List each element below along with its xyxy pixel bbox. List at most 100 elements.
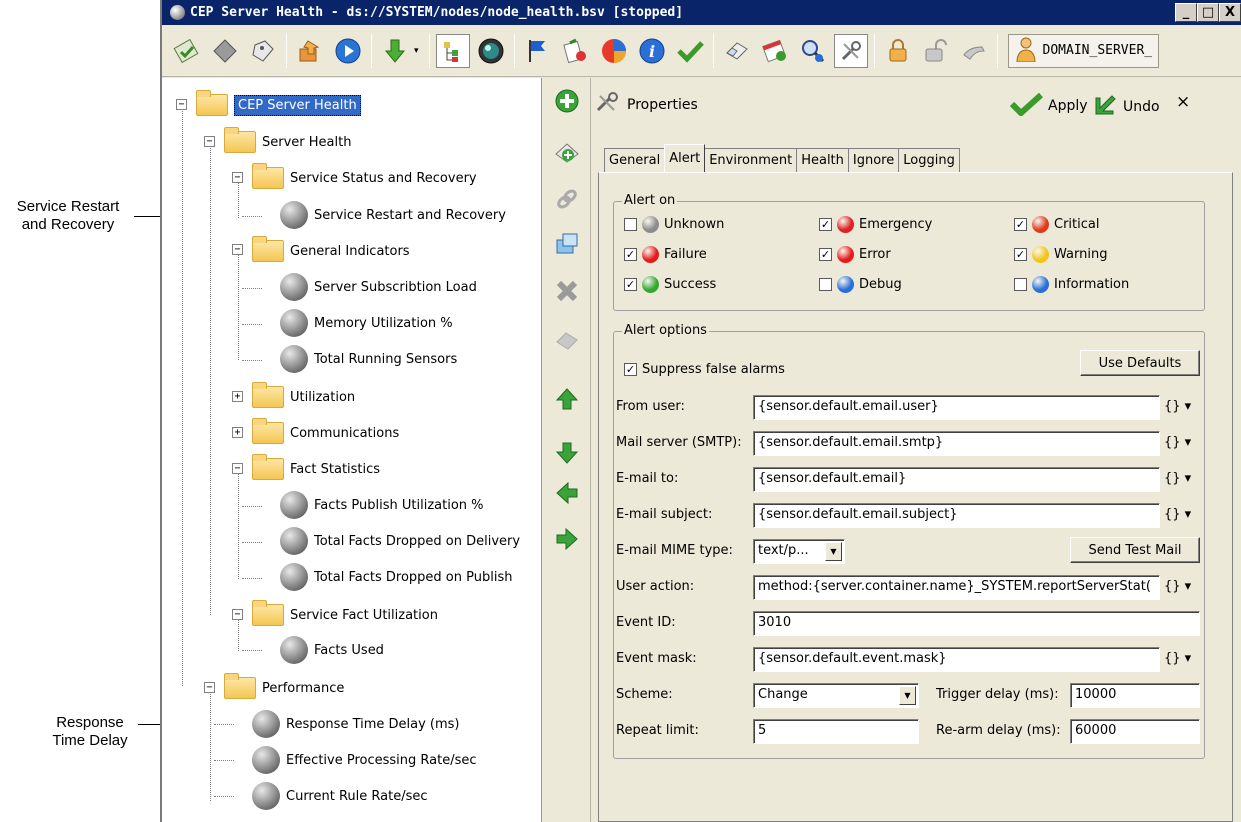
expand-toggle[interactable]: + (232, 427, 243, 438)
maximize-button[interactable]: □ (1197, 3, 1219, 22)
domain-selector[interactable]: DOMAIN_SERVER_ (1007, 33, 1160, 68)
from-user-field[interactable]: {sensor.default.email.user} (753, 395, 1160, 420)
email-to-field[interactable]: {sensor.default.email} (753, 467, 1160, 492)
tree-node-service-restart[interactable]: Service Restart and Recovery (280, 200, 506, 230)
mail-server-field[interactable]: {sensor.default.email.smtp} (753, 431, 1160, 456)
checkmark-icon[interactable] (673, 34, 707, 68)
delete-icon[interactable] (552, 276, 582, 306)
calendar-icon[interactable] (758, 34, 792, 68)
move-right-icon[interactable] (552, 524, 582, 554)
move-up-icon[interactable] (552, 384, 582, 414)
flag-icon[interactable] (521, 34, 555, 68)
export-icon[interactable] (293, 34, 327, 68)
move-left-icon[interactable] (552, 478, 582, 508)
alert-on-information-checkbox[interactable]: Information (1014, 276, 1129, 293)
play-icon[interactable] (331, 34, 365, 68)
tree-node-service-fact-utilization[interactable]: Service Fact Utilization (252, 600, 438, 630)
tree-view-icon[interactable] (435, 33, 470, 68)
tag-icon[interactable] (246, 34, 280, 68)
collapse-toggle[interactable]: − (232, 463, 243, 474)
certificate-icon[interactable] (559, 34, 593, 68)
checkbox[interactable] (819, 278, 832, 291)
alert-on-emergency-checkbox[interactable]: ✓ Emergency (819, 216, 932, 233)
variable-menu[interactable]: {} ▾ (1164, 651, 1191, 666)
alert-on-critical-checkbox[interactable]: ✓ Critical (1014, 216, 1099, 233)
add-icon[interactable] (552, 86, 582, 116)
checkbox[interactable] (1014, 278, 1027, 291)
move-down-icon[interactable] (552, 438, 582, 468)
wrench-icon[interactable] (833, 33, 868, 68)
user-action-field[interactable]: method:{server.container.name}_SYSTEM.re… (753, 575, 1160, 600)
variable-menu[interactable]: {} ▾ (1164, 399, 1191, 414)
download-icon[interactable] (378, 34, 412, 68)
scheme-select[interactable]: Change ▼ (753, 683, 919, 708)
collapse-toggle[interactable]: − (204, 136, 215, 147)
collapse-toggle[interactable]: − (176, 99, 187, 110)
tree-node-subscription-load[interactable]: Server Subscribtion Load (280, 272, 477, 302)
checkbox[interactable]: ✓ (819, 218, 832, 231)
dropdown-arrow-icon[interactable]: ▾ (414, 46, 419, 56)
tree-node-communications[interactable]: Communications (252, 418, 399, 448)
tree-node-rule-rate[interactable]: Current Rule Rate/sec (252, 781, 428, 811)
checkbox[interactable]: ✓ (624, 278, 637, 291)
tab-general[interactable]: General (604, 148, 666, 172)
mime-type-select[interactable]: text/p... ▼ (753, 539, 845, 564)
checkbox[interactable]: ✓ (1014, 248, 1027, 261)
variable-menu[interactable]: {} ▾ (1164, 507, 1191, 522)
undo-button[interactable]: Undo (1092, 92, 1160, 122)
collapse-toggle[interactable]: − (232, 172, 243, 183)
suppress-false-alarms-checkbox[interactable]: ✓ Suppress false alarms (624, 362, 785, 377)
alert-on-unknown-checkbox[interactable]: Unknown (624, 216, 724, 233)
tree-node-memory-utilization[interactable]: Memory Utilization % (280, 308, 453, 338)
tree-node-response-time[interactable]: Response Time Delay (ms) (252, 709, 460, 739)
checkbox[interactable] (624, 218, 637, 231)
tab-environment[interactable]: Environment (704, 148, 798, 172)
expand-toggle[interactable]: + (232, 391, 243, 402)
chevron-down-icon[interactable]: ▼ (825, 542, 842, 561)
collapse-toggle[interactable]: − (232, 609, 243, 620)
tab-health[interactable]: Health (796, 148, 849, 172)
alert-on-failure-checkbox[interactable]: ✓ Failure (624, 246, 707, 263)
copy-icon[interactable] (552, 228, 582, 258)
checkbox[interactable]: ✓ (624, 363, 637, 376)
unlock-icon[interactable] (919, 34, 953, 68)
event-id-field[interactable]: 3010 (753, 611, 1200, 636)
tree-node-facts-publish[interactable]: Facts Publish Utilization % (280, 490, 484, 520)
send-test-mail-button[interactable]: Send Test Mail (1070, 537, 1200, 563)
alert-on-debug-checkbox[interactable]: Debug (819, 276, 902, 293)
variable-menu[interactable]: {} ▾ (1164, 471, 1191, 486)
tree-node-facts-used[interactable]: Facts Used (280, 635, 384, 665)
tree-node-general-indicators[interactable]: General Indicators (252, 236, 410, 266)
hand-icon[interactable] (957, 34, 991, 68)
email-subject-field[interactable]: {sensor.default.email.subject} (753, 503, 1160, 528)
variable-menu[interactable]: {} ▾ (1164, 579, 1191, 594)
link-icon[interactable] (552, 184, 582, 214)
checkbox[interactable]: ✓ (819, 248, 832, 261)
tree-node-fact-statistics[interactable]: Fact Statistics (252, 454, 380, 484)
repeat-limit-field[interactable]: 5 (753, 719, 919, 744)
tree-node-total-sensors[interactable]: Total Running Sensors (280, 344, 457, 374)
alert-on-warning-checkbox[interactable]: ✓ Warning (1014, 246, 1107, 263)
tab-ignore[interactable]: Ignore (847, 148, 900, 172)
tree-node-service-status[interactable]: Service Status and Recovery (252, 163, 477, 193)
eraser-icon[interactable] (552, 326, 582, 356)
trigger-delay-field[interactable]: 10000 (1070, 683, 1200, 708)
tab-logging[interactable]: Logging (898, 148, 960, 172)
tree-node-server-health[interactable]: Server Health (224, 127, 351, 157)
checkbox[interactable]: ✓ (624, 248, 637, 261)
rearm-delay-field[interactable]: 60000 (1070, 719, 1200, 744)
search-icon[interactable] (796, 34, 830, 68)
apply-button[interactable]: Apply (1009, 92, 1088, 120)
add-sensor-icon[interactable] (552, 138, 582, 168)
eraser-icon[interactable] (720, 34, 754, 68)
tree-node-dropped-delivery[interactable]: Total Facts Dropped on Delivery (280, 526, 520, 556)
chevron-down-icon[interactable]: ▼ (899, 686, 916, 705)
tree-node-utilization[interactable]: Utilization (252, 382, 355, 412)
tree-node-processing-rate[interactable]: Effective Processing Rate/sec (252, 745, 477, 775)
diamond-icon[interactable] (208, 34, 242, 68)
event-mask-field[interactable]: {sensor.default.event.mask} (753, 647, 1160, 672)
gauge-icon[interactable] (474, 34, 508, 68)
use-defaults-button[interactable]: Use Defaults (1080, 350, 1200, 376)
minimize-button[interactable]: _ (1175, 3, 1197, 22)
tree-node-performance[interactable]: Performance (224, 673, 344, 703)
